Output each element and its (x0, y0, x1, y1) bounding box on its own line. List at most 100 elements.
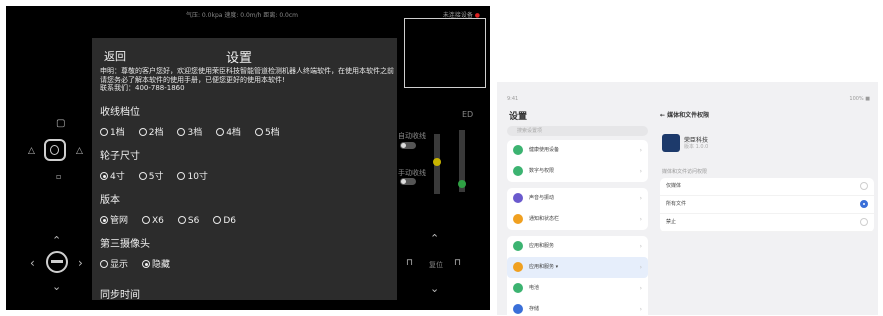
radio-circle-icon[interactable] (138, 128, 147, 136)
menu-item-label: 应用和服务 ▾ (529, 264, 559, 270)
radio-option[interactable]: 5档 (254, 125, 280, 138)
radio-option[interactable]: X6 (142, 216, 164, 226)
menu-item-icon (513, 262, 523, 272)
menu-item-label: 健康使用设备 (529, 147, 560, 153)
chevron-right-icon: › (639, 285, 642, 292)
radio-circle-icon[interactable] (100, 260, 108, 268)
radio-circle-icon[interactable] (100, 216, 108, 224)
menu-item-label: 电池 (529, 285, 540, 291)
settings-menu-item[interactable]: 通知和状态栏 › (507, 209, 648, 230)
radio-circle-icon[interactable] (138, 172, 147, 180)
radio-label: 4寸 (110, 172, 125, 182)
radio-button-icon[interactable] (860, 200, 868, 208)
arrow-up-icon[interactable]: ⌃ (52, 234, 61, 247)
radio-option[interactable]: 显示 (100, 257, 128, 270)
radio-label: 管网 (110, 216, 129, 226)
auto-retract-toggle[interactable] (400, 142, 416, 149)
light-off-icon[interactable]: ▫ (56, 172, 61, 181)
pan-right-icon[interactable]: △ (76, 146, 83, 156)
arrow-right-icon[interactable]: › (78, 256, 83, 270)
radio-circle-icon[interactable] (142, 216, 151, 224)
permission-option-row[interactable]: 所有文件 (660, 196, 874, 214)
settings-menu-item[interactable]: 电池 › (507, 278, 648, 299)
menu-item-label: 存储 (529, 306, 540, 312)
settings-menu-item[interactable]: 健康使用设备 › (507, 140, 648, 161)
menu-item-icon (513, 145, 523, 155)
radio-circle-icon[interactable] (100, 172, 108, 180)
manual-retract-toggle[interactable] (400, 178, 416, 185)
radio-option[interactable]: 10寸 (177, 169, 208, 182)
section-sync-time: 同步时间 (100, 290, 140, 301)
radio-circle-icon[interactable] (254, 128, 263, 136)
pan-left-icon[interactable]: △ (28, 146, 35, 156)
settings-menu-item[interactable]: 存储 › (507, 299, 648, 315)
search-input[interactable]: 搜索设置项 (507, 126, 648, 136)
radio-circle-icon[interactable] (100, 128, 108, 136)
robot-app-window: 气压: 0.0kpa 速度: 0.0m/h 距离: 0.0cm 未连接设备 ● … (6, 6, 490, 310)
radio-option[interactable]: 3档 (177, 125, 202, 138)
tablet-page-title: 设置 (509, 112, 528, 122)
radio-button-icon[interactable] (860, 182, 868, 190)
auto-retract-label: 自动收线 (398, 132, 426, 140)
section-wheel-size: 轮子尺寸 (100, 151, 140, 162)
chevron-right-icon: › (639, 264, 642, 271)
menu-group-3: 应用和服务 › 应用和服务 ▾ › 电池 › 存储 › (507, 236, 648, 315)
radio-circle-icon[interactable] (177, 172, 186, 180)
radio-circle-icon[interactable] (213, 216, 222, 224)
radio-option[interactable]: 隐藏 (142, 257, 170, 270)
chevron-right-icon: › (639, 147, 642, 154)
radio-label: X6 (152, 216, 164, 226)
permission-option-row[interactable]: 禁止 (660, 214, 874, 232)
disclaimer-text: 申明：尊敬的客户您好，欢迎您使用荣臣科技智能管道检测机器人终端软件，在使用本软件… (100, 67, 394, 92)
tablet-time: 9:41 (507, 96, 519, 102)
radio-circle-icon[interactable] (216, 128, 225, 136)
third-camera-options: 显示 隐藏 (100, 257, 184, 270)
radio-circle-icon[interactable] (177, 128, 186, 136)
section-retract-gear: 收线档位 (100, 107, 140, 118)
permission-option-label: 仅媒体 (666, 183, 682, 189)
menu-item-icon (513, 241, 523, 251)
radio-circle-icon[interactable] (142, 260, 151, 268)
tilt-left-icon[interactable]: ⊓ (406, 258, 413, 268)
camera-icon[interactable] (44, 139, 66, 161)
version-options: 管网 X6 S6 D6 (100, 213, 250, 226)
wheel-size-options: 4寸 5寸 10寸 (100, 169, 222, 182)
radio-option[interactable]: 5寸 (138, 169, 163, 182)
tilt-right-icon[interactable]: ⊓ (454, 258, 461, 268)
steering-wheel-icon[interactable] (46, 251, 68, 273)
tablet-battery: 100% ■ (849, 96, 870, 102)
radio-label: D6 (223, 216, 237, 226)
back-button[interactable]: 返回 (104, 48, 126, 64)
radio-option[interactable]: 4寸 (100, 169, 125, 182)
radio-option[interactable]: S6 (177, 216, 199, 226)
detail-title[interactable]: ← 媒体和文件权限 (660, 110, 709, 119)
lift-up-icon[interactable]: ⌃ (430, 232, 439, 245)
settings-menu-item[interactable]: 应用和服务 › (507, 236, 648, 257)
radio-button-icon[interactable] (860, 218, 868, 226)
menu-item-label: 声音与振动 (529, 195, 555, 201)
arrow-left-icon[interactable]: ‹ (30, 256, 35, 270)
pressure-slider[interactable] (458, 130, 466, 192)
radio-option[interactable]: 4档 (216, 125, 241, 138)
radio-option[interactable]: 2档 (138, 125, 163, 138)
retract-gear-options: 1档 2档 3档 4档 5档 (100, 125, 294, 138)
radio-option[interactable]: 管网 (100, 213, 128, 226)
lift-down-icon[interactable]: ⌄ (430, 282, 439, 295)
radio-label: 5档 (264, 128, 280, 138)
camera-preview-frame[interactable] (404, 18, 486, 88)
reset-button[interactable]: 复位 (429, 260, 443, 270)
chevron-right-icon: › (639, 168, 642, 175)
radio-option[interactable]: D6 (213, 216, 236, 226)
light-icon[interactable]: ▢ (56, 118, 65, 129)
speed-slider[interactable] (433, 134, 441, 194)
permission-option-row[interactable]: 仅媒体 (660, 178, 874, 196)
radio-circle-icon[interactable] (177, 216, 186, 224)
settings-menu-item[interactable]: 数字与权限 › (507, 161, 648, 182)
settings-menu-item[interactable]: 声音与振动 › (507, 188, 648, 209)
arrow-down-icon[interactable]: ⌄ (52, 280, 61, 293)
settings-menu-item[interactable]: 应用和服务 ▾ › (507, 257, 648, 278)
tablet-settings-window: 9:41 100% ■ 设置 搜索设置项 健康使用设备 › 数字与权限 › 声音与振动… (497, 82, 878, 315)
radio-option[interactable]: 1档 (100, 125, 125, 138)
section-version: 版本 (100, 195, 120, 206)
section-third-camera: 第三摄像头 (100, 239, 150, 250)
